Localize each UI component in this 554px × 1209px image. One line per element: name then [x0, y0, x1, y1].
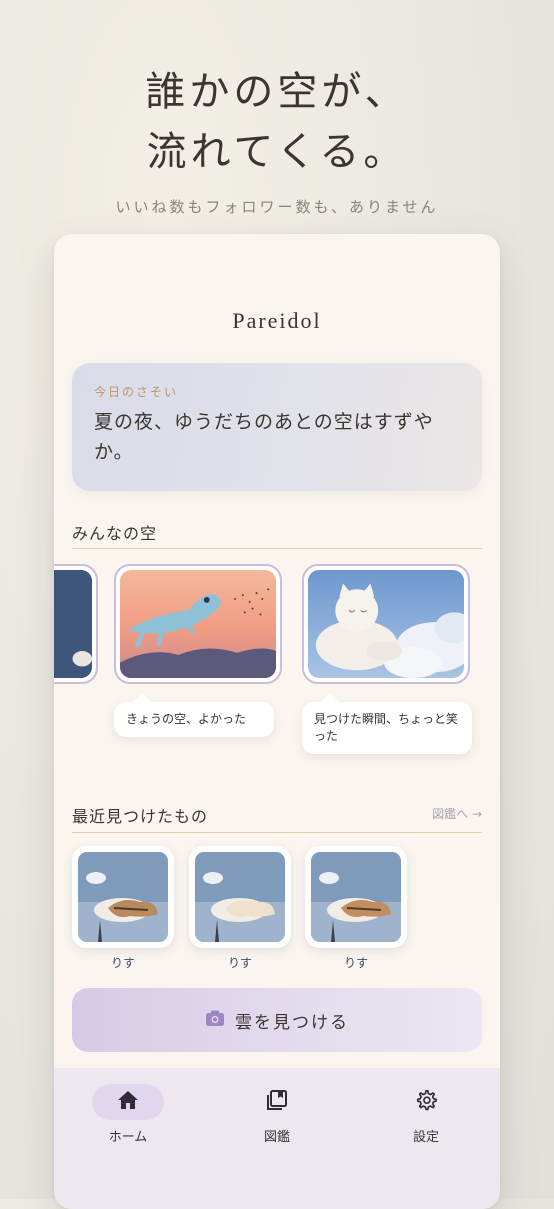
- prompt-label: 今日のさそい: [94, 385, 179, 399]
- nav-home-label: ホーム: [108, 1130, 148, 1145]
- app-title: Pareidol: [232, 308, 322, 333]
- recent-item-label: りす: [227, 956, 252, 970]
- recent-item-label: りす: [110, 956, 135, 970]
- book-icon: [266, 1089, 288, 1115]
- daily-prompt-card: 今日のさそい 夏の夜、ゆうだちのあとの空はすずやか。: [72, 363, 482, 491]
- squirrel-cloud-image: [195, 852, 285, 942]
- recent-item-label: りす: [343, 956, 368, 970]
- zukan-link[interactable]: 図鑑へ →: [432, 805, 482, 822]
- find-cloud-label: 雲を見つける: [235, 1012, 349, 1033]
- lizard-cloud-image: [120, 570, 276, 678]
- hero-title: 誰かの空が、 流れてくる。: [0, 62, 554, 182]
- recent-item-card[interactable]: [305, 846, 407, 948]
- sky-image: [54, 570, 92, 678]
- sky-card[interactable]: [302, 564, 470, 684]
- nav-settings[interactable]: 設定: [366, 1084, 486, 1145]
- hero-title-line1: 誰かの空が、: [145, 69, 409, 115]
- recent-item-card[interactable]: [72, 846, 174, 948]
- bottom-nav: ホーム 図鑑 設定: [54, 1068, 500, 1209]
- nav-home[interactable]: ホーム: [68, 1084, 188, 1145]
- nav-settings-label: 設定: [412, 1130, 439, 1145]
- find-cloud-button[interactable]: 雲を見つける: [72, 988, 482, 1052]
- sky-card[interactable]: [114, 564, 282, 684]
- cat-cloud-image: [308, 570, 464, 678]
- sky-card-partial[interactable]: [54, 564, 98, 684]
- feed-divider: [72, 548, 482, 549]
- app-screen: Pareidol 今日のさそい 夏の夜、ゆうだちのあとの空はすずやか。 みんなの…: [54, 234, 500, 1209]
- hero-title-line2: 流れてくる。: [146, 129, 408, 175]
- nav-zukan[interactable]: 図鑑: [217, 1084, 337, 1145]
- feed-caption-bubble: 見つけた瞬間、ちょっと笑った: [302, 702, 472, 754]
- gear-icon: [415, 1089, 437, 1115]
- prompt-text: 夏の夜、ゆうだちのあとの空はすずやか。: [94, 411, 434, 463]
- recent-section-title: 最近見つけたもの: [72, 807, 209, 826]
- feed-caption-bubble: きょうの空、よかった: [114, 702, 274, 737]
- squirrel-cloud-image: [78, 852, 168, 942]
- recent-divider: [72, 832, 482, 833]
- camera-icon: [205, 1009, 225, 1032]
- recent-item-card[interactable]: [189, 846, 291, 948]
- nav-zukan-label: 図鑑: [263, 1130, 290, 1145]
- hero-subtitle: いいね数もフォロワー数も、ありません: [115, 198, 439, 216]
- home-icon: [117, 1090, 139, 1114]
- feed-section-title: みんなの空: [72, 524, 158, 543]
- squirrel-cloud-image: [311, 852, 401, 942]
